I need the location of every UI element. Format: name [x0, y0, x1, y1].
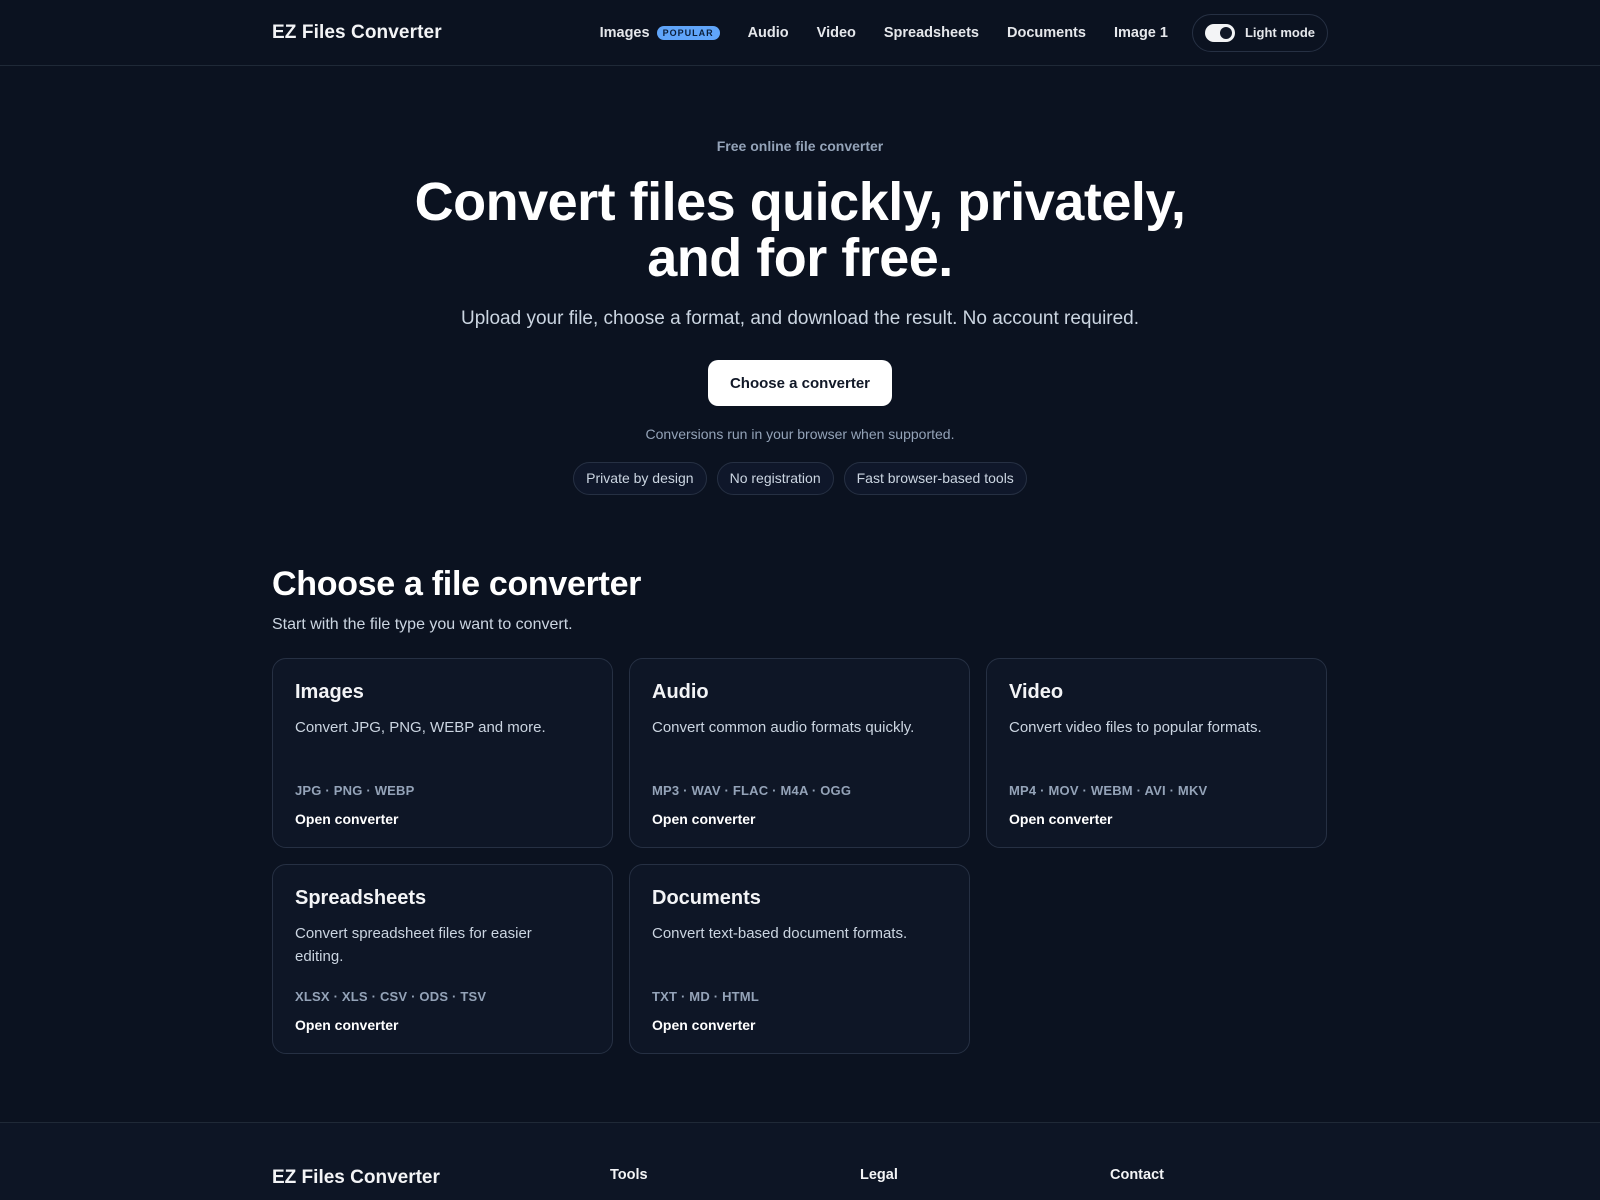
feature-chips: Private by design No registration Fast b… [0, 462, 1600, 495]
card-title: Video [1009, 681, 1064, 703]
card-description: Convert common audio formats quickly. [652, 719, 915, 736]
card-documents[interactable]: Documents Convert text-based document fo… [629, 864, 970, 1054]
card-spreadsheets[interactable]: Spreadsheets Convert spreadsheet files f… [272, 864, 613, 1054]
card-description: Convert JPG, PNG, WEBP and more. [295, 719, 546, 736]
nav-item-documents[interactable]: Documents [1007, 25, 1086, 41]
nav-item-images[interactable]: Images POPULAR [600, 25, 720, 41]
card-title: Images [295, 681, 364, 703]
site-footer: EZ Files Converter Tools Legal Contact [0, 1122, 1600, 1200]
card-title: Documents [652, 887, 761, 909]
toggle-knob [1219, 26, 1232, 39]
nav-item-video[interactable]: Video [817, 25, 856, 41]
card-images[interactable]: Images Convert JPG, PNG, WEBP and more. … [272, 658, 613, 848]
open-converter-link[interactable]: Open converter [295, 811, 398, 827]
card-formats: XLSX · XLS · CSV · ODS · TSV [295, 989, 487, 1004]
open-converter-link[interactable]: Open converter [1009, 811, 1112, 827]
browser-conversion-note: Conversions run in your browser when sup… [645, 426, 955, 442]
card-description: Convert video files to popular formats. [1009, 719, 1262, 736]
card-video[interactable]: Video Convert video files to popular for… [986, 658, 1327, 848]
page: EZ Files Converter Images POPULAR Audio … [0, 0, 1600, 1200]
hero-subtitle: Upload your file, choose a format, and d… [460, 308, 1140, 329]
open-converter-link[interactable]: Open converter [295, 1017, 398, 1033]
main-nav: Images POPULAR Audio Video Spreadsheets … [600, 13, 1328, 52]
nav-item-audio[interactable]: Audio [748, 25, 789, 41]
section-title: Choose a file converter [272, 565, 642, 603]
top-navigation-bar: EZ Files Converter Images POPULAR Audio … [0, 0, 1600, 66]
card-formats: MP4 · MOV · WEBM · AVI · MKV [1009, 783, 1208, 798]
hero-eyebrow: Free online file converter [716, 138, 884, 154]
footer-heading-tools: Tools [610, 1167, 648, 1183]
hero-section: Free online file converter Convert files… [0, 66, 1600, 495]
nav-item-spreadsheets[interactable]: Spreadsheets [884, 25, 979, 41]
card-description: Convert text-based document formats. [652, 925, 908, 942]
footer-brand: EZ Files Converter [272, 1167, 440, 1188]
card-formats: JPG · PNG · WEBP [295, 783, 415, 798]
chip-private: Private by design [573, 462, 707, 495]
chip-fast-tools: Fast browser-based tools [843, 462, 1027, 495]
open-converter-link[interactable]: Open converter [652, 1017, 755, 1033]
choose-converter-button[interactable]: Choose a converter [707, 360, 893, 406]
open-converter-link[interactable]: Open converter [652, 811, 755, 827]
card-audio[interactable]: Audio Convert common audio formats quick… [629, 658, 970, 848]
nav-item-label: Images [599, 24, 650, 41]
toggle-switch-icon [1204, 23, 1235, 42]
chip-no-registration: No registration [716, 462, 834, 495]
footer-heading-legal: Legal [860, 1167, 898, 1183]
converter-grid: Images Convert JPG, PNG, WEBP and more. … [272, 658, 1328, 1054]
card-description: Convert spreadsheet files for easier edi… [295, 925, 532, 965]
hero-headline: Convert files quickly, privately, and fo… [414, 172, 1186, 288]
converter-section: Choose a file converter Start with the f… [272, 565, 1328, 1054]
card-title: Spreadsheets [295, 887, 427, 909]
popular-badge: POPULAR [656, 25, 720, 40]
brand-logo[interactable]: EZ Files Converter [272, 22, 442, 44]
nav-item-image-1[interactable]: Image 1 [1114, 25, 1168, 41]
section-subtitle: Start with the file type you want to con… [272, 616, 573, 633]
footer-heading-contact: Contact [1110, 1167, 1164, 1183]
light-mode-toggle[interactable]: Light mode [1191, 13, 1328, 52]
mode-toggle-label: Light mode [1244, 25, 1315, 40]
card-formats: MP3 · WAV · FLAC · M4A · OGG [652, 783, 852, 798]
card-title: Audio [652, 681, 709, 703]
card-formats: TXT · MD · HTML [652, 989, 759, 1004]
